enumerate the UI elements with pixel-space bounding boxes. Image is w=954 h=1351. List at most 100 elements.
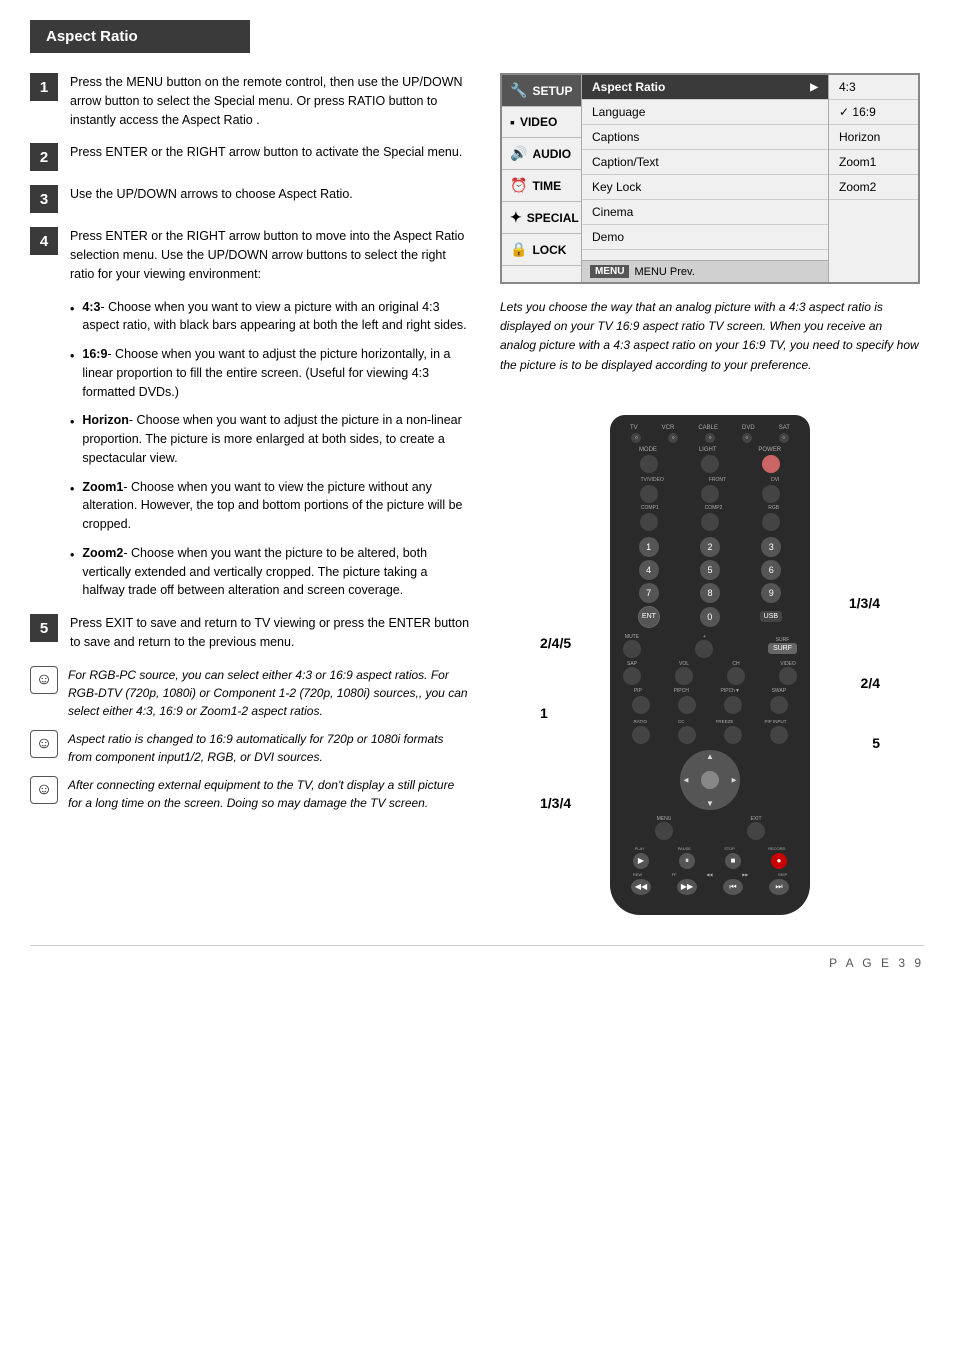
lbl-light: LIGHT: [699, 447, 717, 453]
submenu-zoom2: Zoom2: [829, 175, 918, 200]
btn-light[interactable]: [701, 455, 719, 473]
menu-key: MENU: [590, 265, 629, 278]
callout-bot-right: 5: [872, 735, 880, 751]
note-3: ☺ After connecting external equipment to…: [30, 776, 470, 812]
lbl-skip: SKIP: [778, 872, 787, 877]
btn-mute[interactable]: [623, 640, 641, 658]
btn-skipback[interactable]: ⏮: [723, 879, 743, 895]
menu-aspect-ratio: Aspect Ratio ▶: [582, 75, 828, 100]
callout-mid-right: 2/4: [861, 675, 880, 691]
step-1: 1 Press the MENU button on the remote co…: [30, 73, 470, 129]
src-dvd: DVD: [742, 425, 755, 431]
lbl-menu: MENU: [657, 816, 672, 822]
lbl-plus: +: [703, 634, 706, 640]
btn-stop[interactable]: ■: [725, 853, 741, 869]
tv-submenu: 4:3 16:9 Horizon Zoom1 Zoom2: [828, 75, 918, 282]
tv-menu-footer: MENU MENU Prev.: [582, 260, 828, 282]
lbl-prev: ◀◀: [706, 872, 712, 877]
btn-comp2[interactable]: [701, 513, 719, 531]
btn-pause[interactable]: ⏸: [679, 853, 695, 869]
btn-rgb[interactable]: [762, 513, 780, 531]
sidebar-setup: 🔧 SETUP: [502, 75, 581, 107]
lbl-comp1: COMP1: [641, 505, 659, 511]
bullet-text-169: 16:9- Choose when you want to adjust the…: [82, 345, 470, 401]
btn-ratio[interactable]: [632, 726, 650, 744]
btn-comp1[interactable]: [640, 513, 658, 531]
callout-top-right: 1/3/4: [849, 595, 880, 611]
btn-dvi[interactable]: [762, 485, 780, 503]
btn-tvvideo[interactable]: [640, 485, 658, 503]
lbl-front: FRONT: [709, 477, 726, 483]
tv-menu-row: 🔧 SETUP ▪ VIDEO 🔊 AUDIO ⏰: [502, 75, 918, 282]
lbl-next: ▶▶: [742, 872, 748, 877]
btn-cc[interactable]: [678, 726, 696, 744]
btn-usb[interactable]: USB: [760, 611, 782, 622]
btn-4[interactable]: 4: [639, 560, 659, 580]
btn-skipfwd[interactable]: ⏭: [769, 879, 789, 895]
btn-pip[interactable]: [632, 696, 650, 714]
note-2: ☺ Aspect ratio is changed to 16:9 automa…: [30, 730, 470, 766]
btn-6[interactable]: 6: [761, 560, 781, 580]
btn-vol[interactable]: [675, 667, 693, 685]
btn-sap[interactable]: [623, 667, 641, 685]
footer-prev-label: MENU Prev.: [634, 266, 694, 278]
sidebar-special-label: SPECIAL: [527, 211, 579, 225]
btn-8[interactable]: 8: [700, 583, 720, 603]
lbl-rgb: RGB: [768, 505, 779, 511]
btn-enter[interactable]: ENT: [638, 606, 660, 628]
btn-swap[interactable]: [770, 696, 788, 714]
btn-pipch[interactable]: [678, 696, 696, 714]
nav-left-arrow: ◄: [682, 775, 690, 784]
btn-play[interactable]: ▶: [633, 853, 649, 869]
audio-icon: 🔊: [510, 145, 527, 162]
nav-up-arrow: ▲: [706, 752, 714, 761]
lbl-tvvideo: TV/VIDEO: [641, 477, 664, 483]
btn-pipchdwn[interactable]: [724, 696, 742, 714]
step-3: 3 Use the UP/DOWN arrows to choose Aspec…: [30, 185, 470, 213]
bullet-item-horizon: • Horizon- Choose when you want to adjus…: [70, 411, 470, 467]
content-area: 1 Press the MENU button on the remote co…: [30, 73, 924, 915]
step-num-3: 3: [30, 185, 58, 213]
btn-power[interactable]: [762, 455, 780, 473]
right-column: 🔧 SETUP ▪ VIDEO 🔊 AUDIO ⏰: [500, 73, 920, 915]
btn-freeze[interactable]: [724, 726, 742, 744]
bullet-item-zoom1: • Zoom1- Choose when you want to view th…: [70, 478, 470, 534]
menu-key-lock: Key Lock: [582, 175, 828, 200]
btn-video[interactable]: [779, 667, 797, 685]
lbl-pipchdn: PIPCh▼: [721, 688, 740, 694]
btn-3[interactable]: 3: [761, 537, 781, 557]
btn-rew[interactable]: ◀◀: [631, 879, 651, 895]
nav-right-arrow: ►: [730, 775, 738, 784]
special-icon: ✦: [510, 209, 522, 226]
btn-2[interactable]: 2: [700, 537, 720, 557]
btn-plus[interactable]: [695, 640, 713, 658]
btn-7[interactable]: 7: [639, 583, 659, 603]
src-tv: TV: [630, 425, 638, 431]
step-num-2: 2: [30, 143, 58, 171]
menu-arrow: ▶: [810, 82, 818, 93]
tv-menu-screenshot: 🔧 SETUP ▪ VIDEO 🔊 AUDIO ⏰: [500, 73, 920, 284]
btn-pipinput[interactable]: [770, 726, 788, 744]
menu-caption-text: Caption/Text: [582, 150, 828, 175]
btn-5[interactable]: 5: [700, 560, 720, 580]
btn-surf[interactable]: SURF: [768, 643, 797, 654]
btn-0[interactable]: 0: [700, 607, 720, 627]
btn-menu[interactable]: [655, 822, 673, 840]
btn-ch[interactable]: [727, 667, 745, 685]
btn-ff[interactable]: ▶▶: [677, 879, 697, 895]
lbl-pipch: PIPCH: [674, 688, 689, 694]
callout-mid-left-top: 2/4/5: [540, 635, 571, 651]
btn-exit[interactable]: [747, 822, 765, 840]
lbl-ff: FF: [672, 872, 677, 877]
lbl-vol: VOL: [679, 661, 689, 667]
btn-record[interactable]: ●: [771, 853, 787, 869]
btn-mode[interactable]: [640, 455, 658, 473]
btn-1[interactable]: 1: [639, 537, 659, 557]
btn-9[interactable]: 9: [761, 583, 781, 603]
btn-front[interactable]: [701, 485, 719, 503]
bullet-list: • 4:3- Choose when you want to view a pi…: [70, 298, 470, 601]
page-title: Aspect Ratio: [30, 20, 250, 53]
lbl-power: POWER: [758, 447, 781, 453]
bullet-text-43: 4:3- Choose when you want to view a pict…: [82, 298, 470, 336]
nav-center-btn[interactable]: [701, 771, 719, 789]
